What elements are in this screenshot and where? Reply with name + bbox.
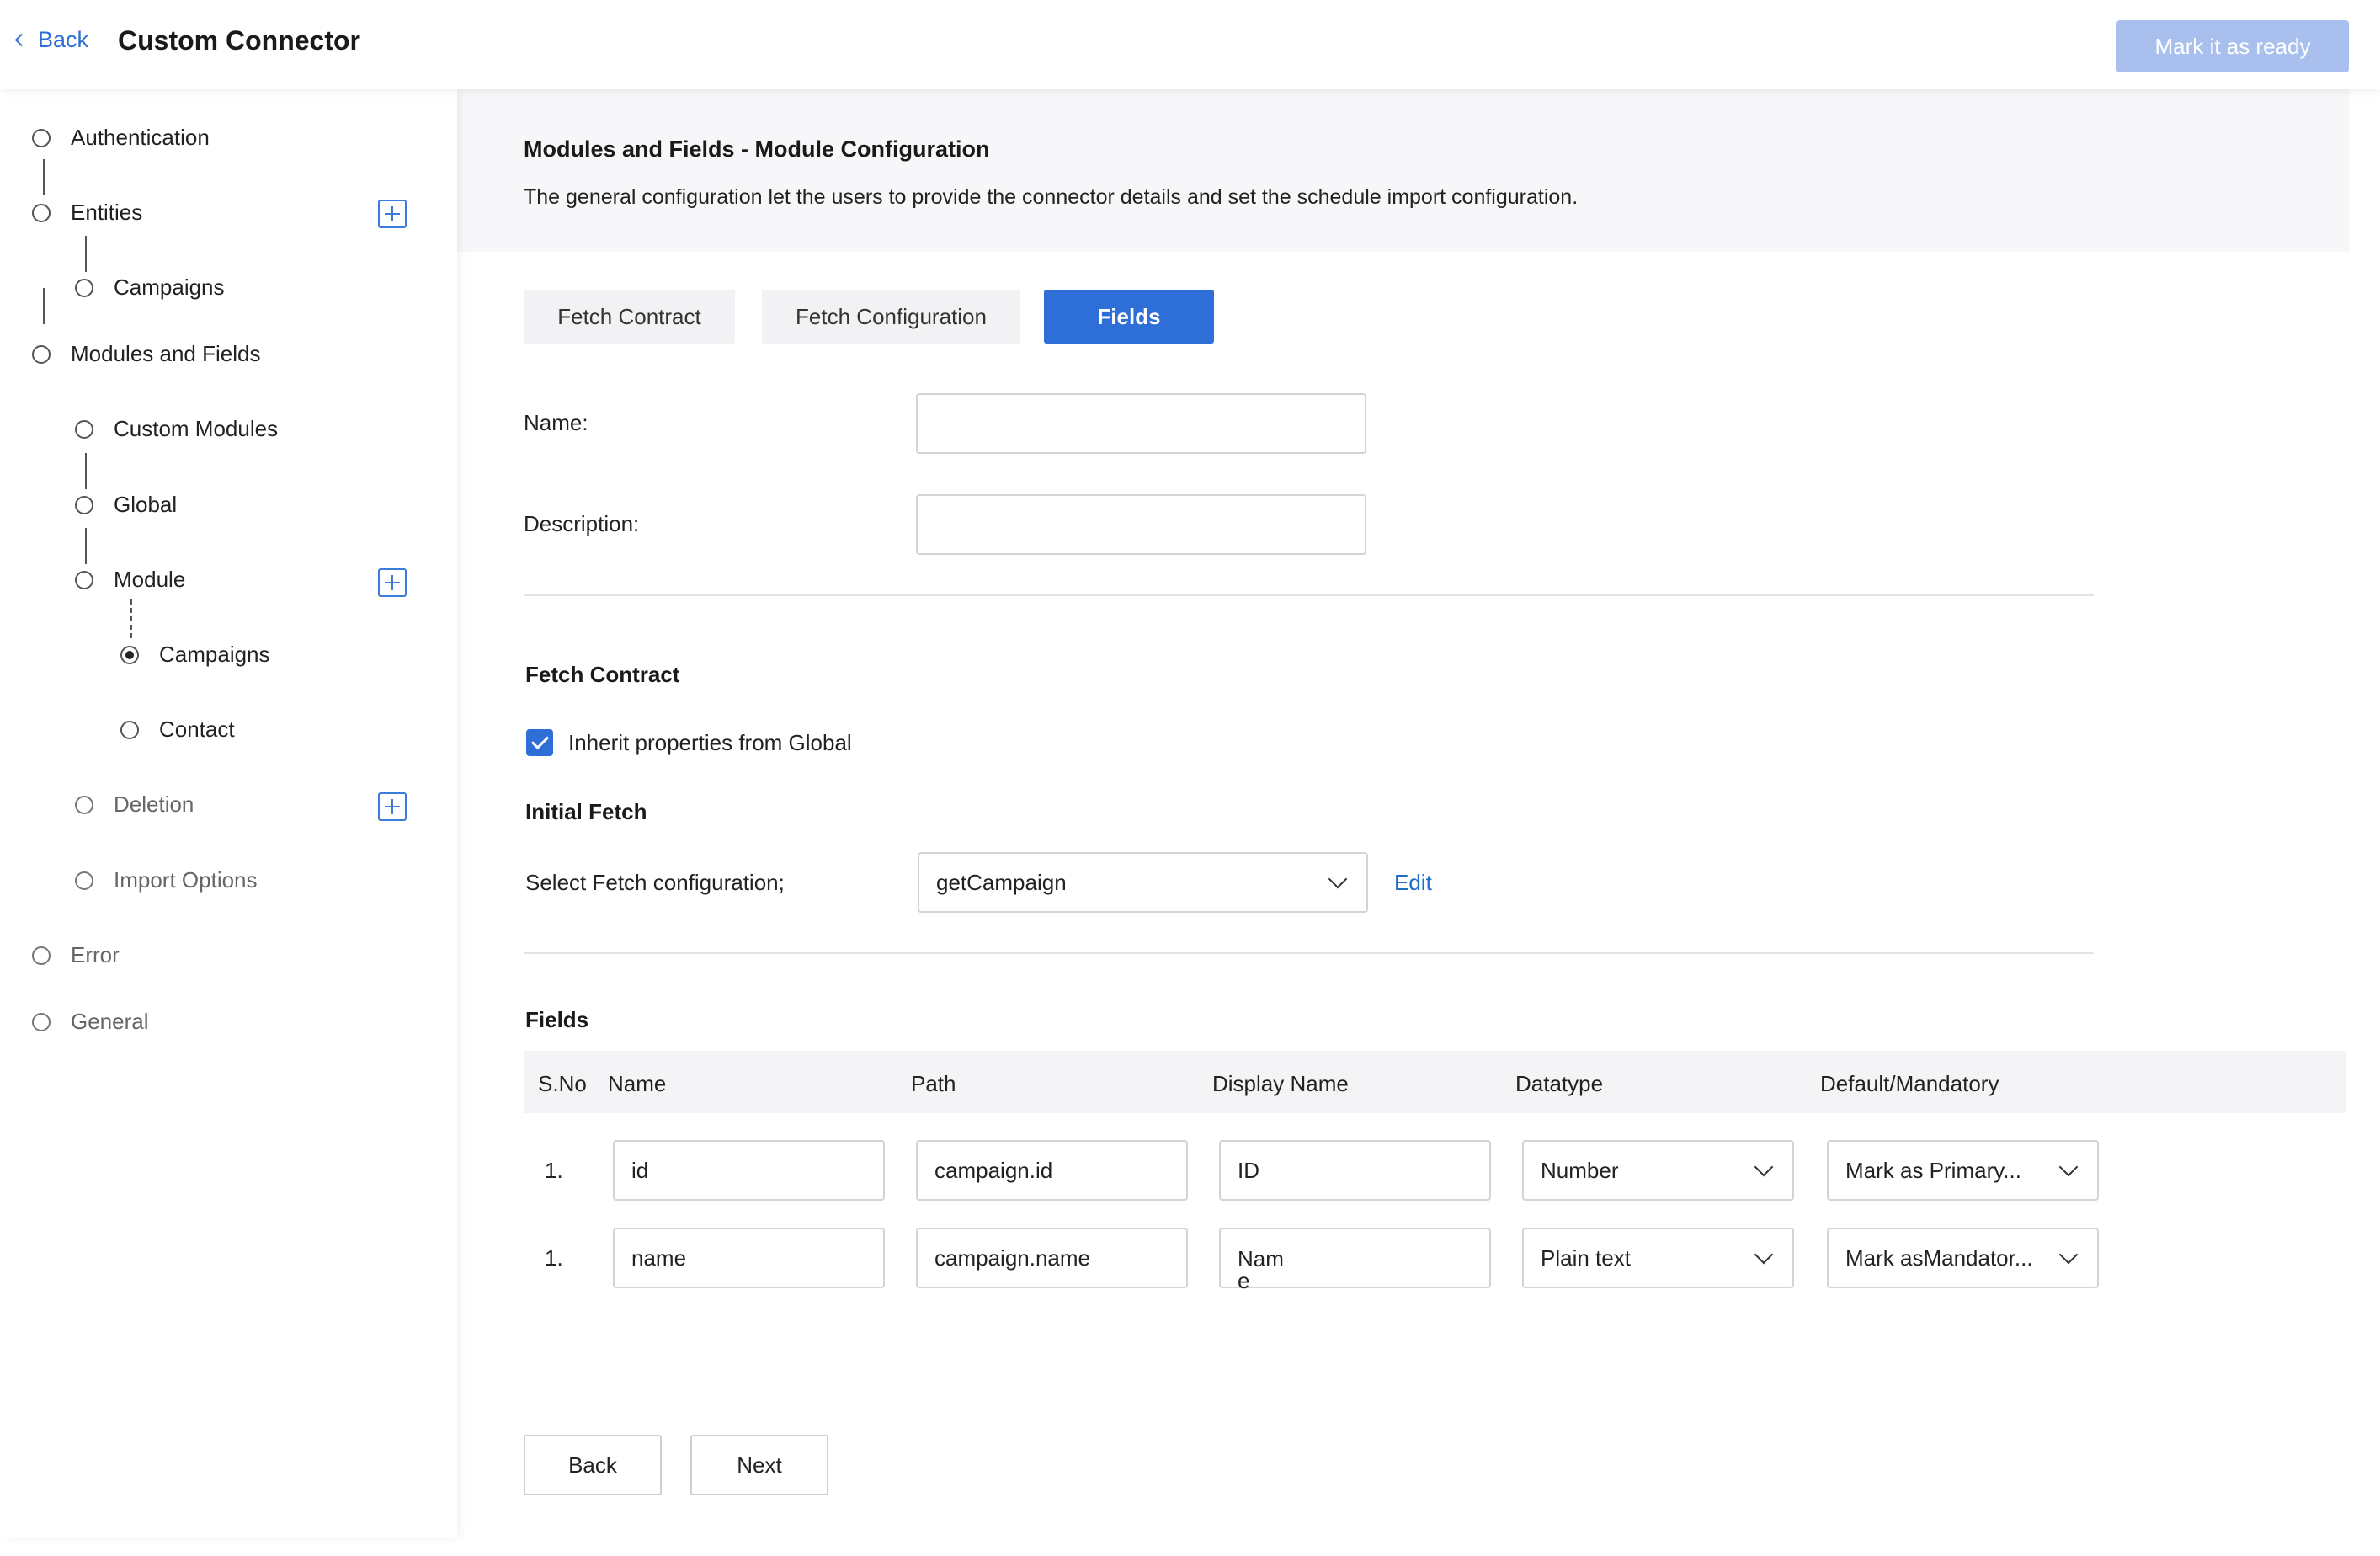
column-header-datatype: Datatype — [1515, 1071, 1604, 1096]
divider — [524, 952, 2094, 954]
main-content: Modules and Fields - Module Configuratio… — [457, 89, 2380, 1537]
edit-link[interactable]: Edit — [1394, 870, 1432, 896]
step-circle-icon — [120, 720, 139, 739]
sidebar-item-general[interactable]: General — [32, 1009, 149, 1035]
step-circle-icon — [75, 871, 93, 890]
tab-fields[interactable]: Fields — [1044, 290, 1214, 344]
next-button[interactable]: Next — [690, 1435, 828, 1495]
field-display-name-input[interactable]: ID — [1219, 1140, 1491, 1201]
field-default-select[interactable]: Mark asMandator... — [1827, 1228, 2099, 1288]
tree-connector — [43, 288, 45, 324]
description-input[interactable] — [916, 494, 1366, 555]
step-circle-icon — [75, 419, 93, 439]
add-deletion-plus-icon[interactable] — [378, 792, 407, 821]
fetch-contract-heading: Fetch Contract — [525, 662, 680, 687]
step-circle-icon — [32, 1012, 51, 1031]
step-circle-icon — [75, 278, 93, 297]
initial-fetch-heading: Initial Fetch — [525, 799, 647, 824]
sidebar: Authentication Entities Campaigns Module… — [0, 89, 457, 1537]
fetch-configuration-select[interactable]: getCampaign — [918, 852, 1368, 913]
step-circle-icon — [75, 795, 93, 814]
chevron-down-icon — [1328, 869, 1348, 889]
step-circle-icon — [32, 203, 51, 222]
field-datatype-select[interactable]: Number — [1522, 1140, 1794, 1201]
back-link-label: Back — [38, 27, 89, 52]
sidebar-item-entities[interactable]: Entities — [32, 200, 142, 226]
add-module-plus-icon[interactable] — [378, 568, 407, 597]
description-label: Description: — [524, 511, 640, 536]
chevron-down-icon — [2058, 1244, 2079, 1265]
tree-connector — [43, 159, 45, 195]
add-entity-plus-icon[interactable] — [378, 200, 407, 228]
row-sno: 1. — [545, 1245, 563, 1271]
step-circle-icon — [75, 570, 93, 589]
fields-table-header — [524, 1051, 2346, 1113]
tree-connector — [85, 453, 87, 489]
top-header: Back Custom Connector Mark it as ready — [0, 0, 2380, 89]
inherit-checkbox[interactable] — [526, 729, 553, 756]
row-sno: 1. — [545, 1158, 563, 1183]
column-header-sno: S.No — [538, 1071, 587, 1096]
step-selected-icon — [120, 645, 139, 664]
sidebar-item-modules-and-fields[interactable]: Modules and Fields — [32, 341, 260, 367]
back-link[interactable]: Back — [14, 27, 89, 53]
field-default-select[interactable]: Mark as Primary... — [1827, 1140, 2099, 1201]
step-circle-icon — [75, 495, 93, 514]
field-name-input[interactable]: id — [613, 1140, 885, 1201]
step-circle-icon — [32, 128, 51, 147]
sidebar-item-module-contact[interactable]: Contact — [120, 717, 235, 743]
field-display-name-input[interactable]: Nam e — [1219, 1228, 1491, 1293]
chevron-left-icon — [14, 33, 29, 47]
tab-fetch-configuration[interactable]: Fetch Configuration — [762, 290, 1020, 344]
field-path-input[interactable]: campaign.id — [916, 1140, 1188, 1201]
chevron-down-icon — [2058, 1157, 2079, 1177]
sidebar-item-authentication[interactable]: Authentication — [32, 125, 210, 151]
sidebar-item-error[interactable]: Error — [32, 942, 120, 968]
select-fetch-label: Select Fetch configuration; — [525, 870, 785, 895]
name-label: Name: — [524, 410, 588, 435]
column-header-display-name: Display Name — [1212, 1071, 1349, 1096]
sidebar-item-custom-modules[interactable]: Custom Modules — [75, 416, 278, 442]
back-button[interactable]: Back — [524, 1435, 662, 1495]
sidebar-item-module-campaigns[interactable]: Campaigns — [120, 642, 270, 668]
fields-heading: Fields — [525, 1007, 589, 1032]
column-header-default-mandatory: Default/Mandatory — [1820, 1071, 1999, 1096]
sidebar-item-deletion[interactable]: Deletion — [75, 791, 194, 818]
tab-fetch-contract[interactable]: Fetch Contract — [524, 290, 735, 344]
sidebar-item-import-options[interactable]: Import Options — [75, 867, 258, 893]
column-header-path: Path — [911, 1071, 956, 1096]
section-title: Modules and Fields - Module Configuratio… — [524, 136, 990, 162]
tree-connector — [85, 528, 87, 564]
sidebar-item-global[interactable]: Global — [75, 492, 177, 518]
info-panel: Modules and Fields - Module Configuratio… — [457, 89, 2349, 252]
step-circle-icon — [32, 946, 51, 965]
chevron-down-icon — [1754, 1244, 1774, 1265]
name-input[interactable] — [916, 393, 1366, 454]
section-description: The general configuration let the users … — [524, 185, 1579, 209]
divider — [524, 594, 2094, 596]
column-header-name: Name — [608, 1071, 667, 1096]
field-name-input[interactable]: name — [613, 1228, 885, 1288]
field-datatype-select[interactable]: Plain text — [1522, 1228, 1794, 1288]
sidebar-item-module[interactable]: Module — [75, 567, 185, 593]
sidebar-item-entities-campaigns[interactable]: Campaigns — [75, 274, 225, 301]
page-title: Custom Connector — [118, 25, 360, 56]
chevron-down-icon — [1754, 1157, 1774, 1177]
mark-ready-button[interactable]: Mark it as ready — [2116, 20, 2349, 72]
tree-connector — [85, 236, 87, 272]
tree-connector — [130, 599, 132, 638]
inherit-label: Inherit properties from Global — [568, 730, 852, 755]
field-path-input[interactable]: campaign.name — [916, 1228, 1188, 1288]
step-circle-icon — [32, 344, 51, 364]
